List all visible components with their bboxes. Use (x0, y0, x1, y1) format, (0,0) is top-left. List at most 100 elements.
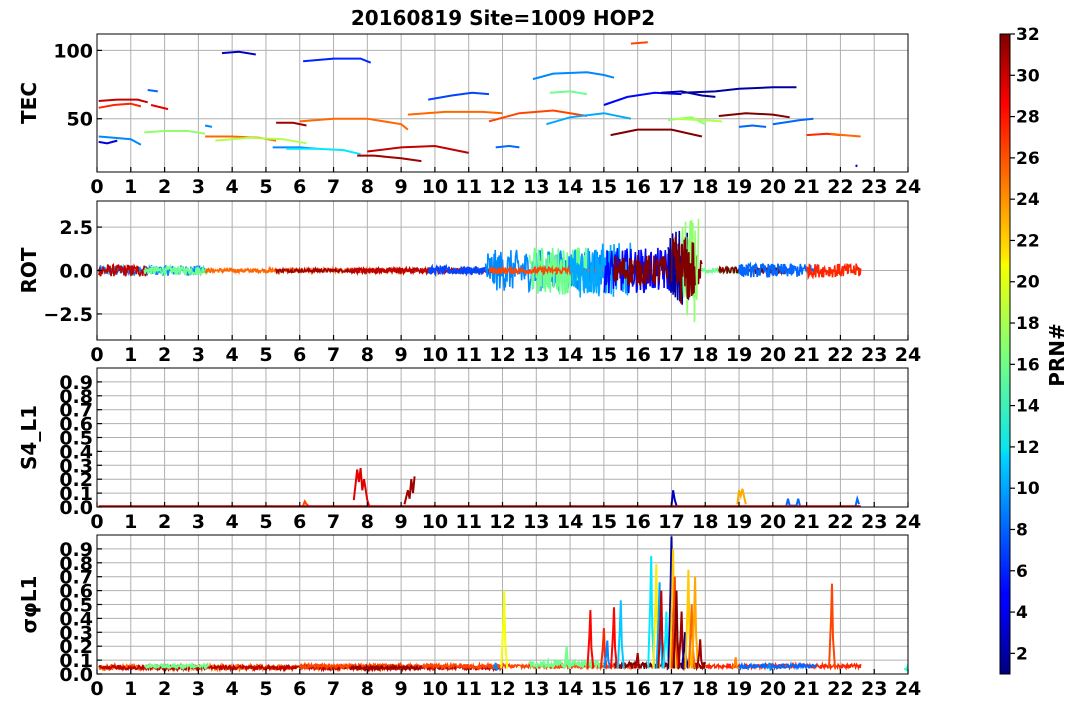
x-tick-label: 4 (226, 678, 239, 700)
grid (96, 368, 909, 508)
y-tick-label: 0.9 (59, 372, 93, 394)
x-tick-label: 12 (489, 678, 515, 700)
grid (96, 34, 909, 172)
x-tick-label: 6 (293, 344, 306, 366)
series-prn-16 (549, 90, 588, 96)
x-tick-label: 7 (327, 344, 340, 366)
x-tick-label: 1 (124, 511, 137, 533)
x-tick-label: 18 (692, 678, 718, 700)
y-axis-label: ROT (17, 247, 41, 293)
colorbar-tick-label: 16 (1016, 355, 1040, 375)
x-tick-label: 19 (726, 511, 752, 533)
series-prn-8 (785, 498, 801, 507)
x-tick-label: 23 (861, 678, 887, 700)
x-tick-label: 2 (158, 176, 171, 198)
colorbar-tick-label: 30 (1016, 66, 1040, 86)
x-tick-label: 11 (455, 344, 481, 366)
y-tick-labels: 0.00.10.20.30.40.50.60.70.80.9 (59, 539, 102, 686)
series-prn-30 (98, 98, 148, 104)
x-tick-label: 12 (489, 176, 515, 198)
y-tick-labels: 0.00.10.20.30.40.50.60.70.80.9 (59, 372, 102, 519)
x-tick-label: 18 (692, 176, 718, 198)
series-prn-29 (352, 467, 370, 506)
tec-panel: 0 1 2 3 4 5 6 7 8 9 10 11 12 13 14 15 16 17 18 19 20 21 22 23 24… (17, 33, 921, 198)
series-prn-8 (772, 117, 814, 126)
x-tick-label: 22 (827, 678, 853, 700)
figure-title: 20160819 Site=1009 HOP2 (351, 6, 655, 30)
spike-prn-11 (616, 600, 625, 669)
x-tick-label: 9 (395, 176, 408, 198)
x-tick-label: 0 (90, 176, 103, 198)
x-tick-label: 16 (624, 678, 650, 700)
colorbar-tick-label: 22 (1016, 231, 1040, 251)
x-tick-label: 17 (658, 176, 684, 198)
series-prn-26 (302, 499, 309, 507)
x-tick-label: 6 (293, 176, 306, 198)
x-tick-label: 6 (293, 511, 306, 533)
x-tick-label: 18 (692, 511, 718, 533)
x-tick-label: 5 (259, 344, 272, 366)
series-prn-4 (98, 139, 118, 145)
rot-panel: 0 1 2 3 4 5 6 7 8 9 10 11 12 13 14 15 16 17 18 19 20 21 22 23 24… (17, 200, 921, 366)
series-prn-18 (215, 136, 307, 145)
data-lines (98, 467, 861, 507)
x-tick-label: 9 (395, 511, 408, 533)
y-axis-label: σφL1 (17, 576, 41, 634)
x-tick-label: 10 (422, 176, 448, 198)
colorbar-tick-label: 8 (1016, 520, 1028, 540)
x-tick-label: 24 (895, 344, 921, 366)
x-tick-label: 17 (658, 344, 684, 366)
x-tick-label: 22 (827, 176, 853, 198)
series-prn-17 (144, 130, 206, 135)
colorbar-tick-label: 18 (1016, 314, 1040, 334)
x-tick-label: 3 (192, 176, 205, 198)
series-prn-31 (387, 156, 422, 163)
x-tick-label: 21 (793, 678, 819, 700)
x-tick-label: 16 (624, 511, 650, 533)
series-prn-9 (204, 124, 213, 128)
x-tick-label: 16 (624, 344, 650, 366)
x-tick-label: 15 (591, 344, 617, 366)
colorbar-tick-label: 12 (1016, 438, 1040, 458)
x-tick-label: 13 (523, 344, 549, 366)
y-tick-label: 0.0 (59, 261, 93, 283)
series-prn-8 (147, 89, 158, 93)
y-tick-labels: 50 100 (53, 40, 102, 131)
x-tick-label: 13 (523, 511, 549, 533)
x-tick-label: 7 (327, 176, 340, 198)
x-tick-label: 2 (158, 678, 171, 700)
x-tick-label: 9 (395, 344, 408, 366)
x-tick-label: 23 (861, 511, 887, 533)
x-tick-label: 3 (192, 344, 205, 366)
x-tick-label: 12 (489, 344, 515, 366)
colorbar-tick-label: 14 (1016, 397, 1040, 417)
x-tick-label: 24 (895, 678, 921, 700)
x-tick-label: 17 (658, 511, 684, 533)
x-tick-label: 21 (793, 511, 819, 533)
x-tick-label: 21 (793, 176, 819, 198)
x-tick-label: 11 (455, 176, 481, 198)
x-tick-label: 15 (591, 176, 617, 198)
x-tick-label: 4 (226, 344, 239, 366)
spike-prn-14 (903, 663, 908, 674)
x-tick-label: 6 (293, 678, 306, 700)
colorbar-tick-label: 24 (1016, 190, 1040, 210)
x-tick-label: 4 (226, 511, 239, 533)
x-tick-label: 5 (259, 511, 272, 533)
series-prn-32 (718, 112, 790, 119)
colorbar-tick-label: 32 (1016, 25, 1040, 45)
x-tick-label: 14 (557, 678, 583, 700)
x-tick-label: 11 (455, 678, 481, 700)
x-tick-label: 17 (658, 678, 684, 700)
colorbar-label: PRN# (1045, 323, 1069, 387)
x-tick-label: 23 (861, 344, 887, 366)
x-tick-label: 7 (327, 678, 340, 700)
colorbar: 2468101214161820222426283032 PRN# (999, 25, 1069, 675)
colorbar-tick-label: 10 (1016, 479, 1040, 499)
x-tick-label: 16 (624, 176, 650, 198)
colorbar-tick-label: 6 (1016, 562, 1028, 582)
series-prn-29 (150, 104, 169, 111)
colorbar-tick-label: 26 (1016, 149, 1040, 169)
series-prn-31 (403, 476, 416, 505)
x-tick-label: 22 (827, 511, 853, 533)
